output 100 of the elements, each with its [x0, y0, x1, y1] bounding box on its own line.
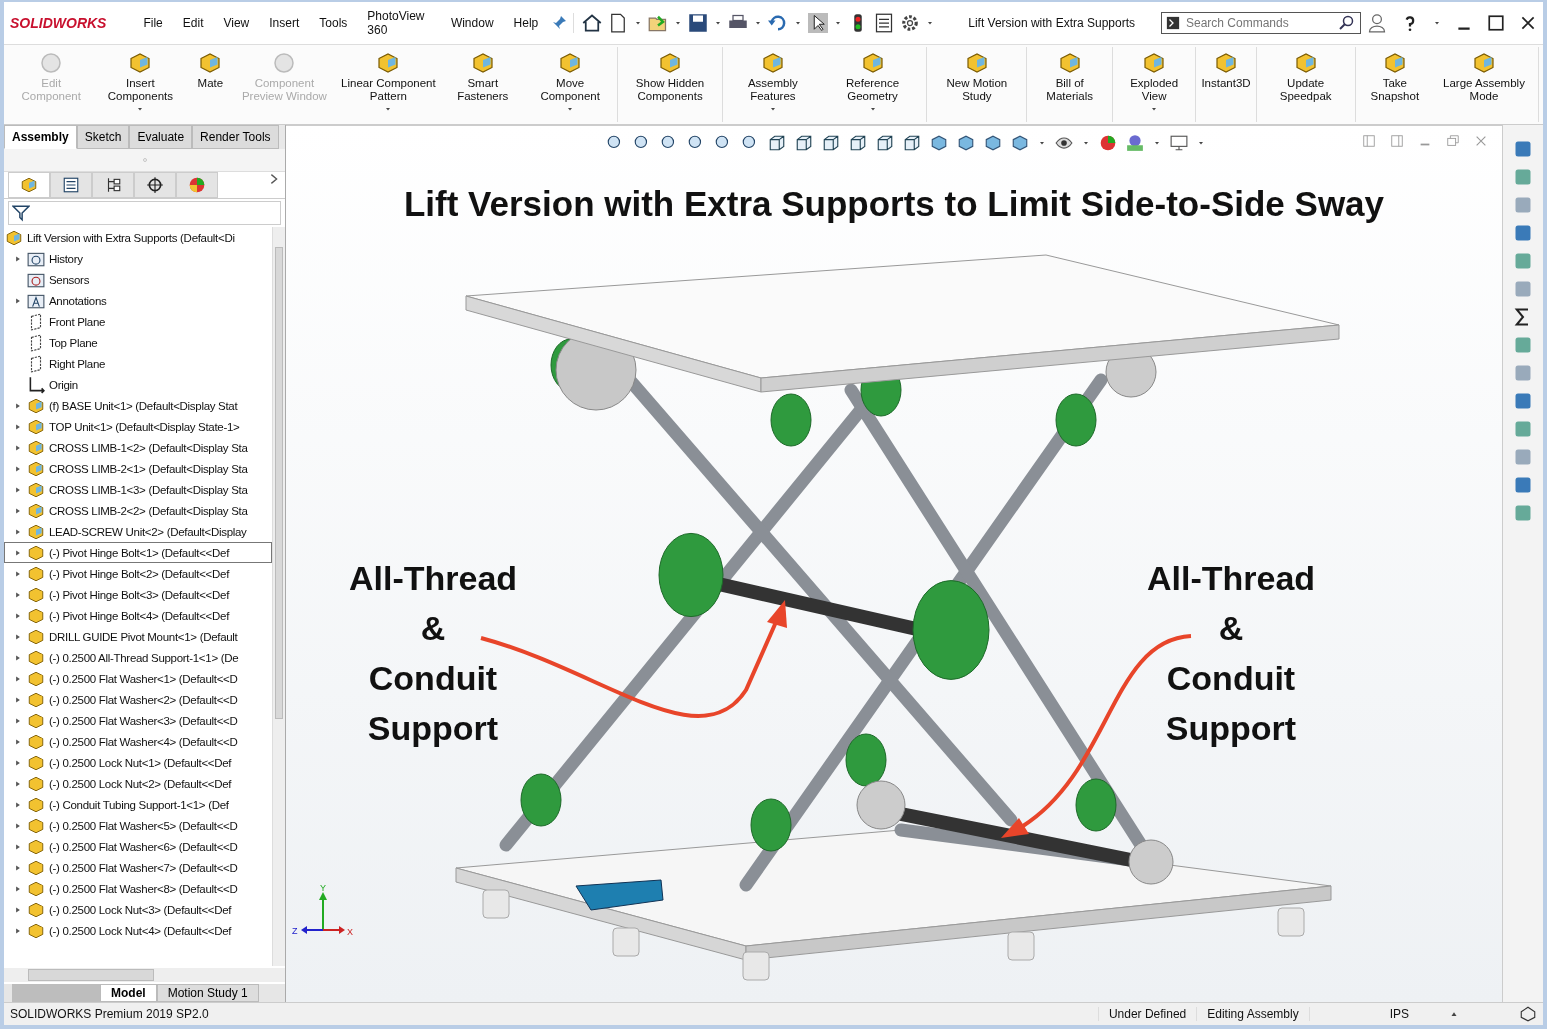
- menu-item[interactable]: View: [216, 13, 257, 33]
- tree-item[interactable]: History: [4, 248, 272, 269]
- menu-item[interactable]: File: [136, 13, 170, 33]
- search-icon[interactable]: [1339, 15, 1355, 31]
- tree-item[interactable]: (-) Pivot Hinge Bolt<2> (Default<<Def: [4, 563, 272, 584]
- tree-item[interactable]: (-) Pivot Hinge Bolt<3> (Default<<Def: [4, 584, 272, 605]
- menu-item[interactable]: PhotoView 360: [360, 6, 438, 40]
- wireframe-cube-icon[interactable]: [768, 134, 786, 152]
- caret-icon[interactable]: [136, 105, 145, 113]
- tree-item[interactable]: CROSS LIMB-2<2> (Default<Display Sta: [4, 500, 272, 521]
- caret-icon[interactable]: [794, 19, 803, 27]
- caret-icon[interactable]: [768, 105, 777, 113]
- appearance-icon[interactable]: [1099, 134, 1117, 152]
- tree-item[interactable]: LEAD-SCREW Unit<2> (Default<Display: [4, 521, 272, 542]
- tree-item[interactable]: DRILL GUIDE Pivot Mount<1> (Default: [4, 626, 272, 647]
- caret-icon[interactable]: [1197, 139, 1205, 147]
- command-tab[interactable]: Render Tools: [192, 125, 279, 149]
- options-list-icon[interactable]: [874, 13, 895, 33]
- caret-icon[interactable]: [926, 19, 935, 27]
- caret-icon[interactable]: [634, 19, 643, 27]
- caret-icon[interactable]: [1038, 139, 1046, 147]
- monitor-icon[interactable]: [1170, 134, 1188, 152]
- tree-item[interactable]: (-) 0.2500 Flat Washer<8> (Default<<D: [4, 878, 272, 899]
- tree-item[interactable]: (-) 0.2500 Flat Washer<7> (Default<<D: [4, 857, 272, 878]
- tile-left-icon[interactable]: [1362, 134, 1376, 148]
- ribbon-button[interactable]: Take Snapshot: [1357, 47, 1432, 122]
- tree-item[interactable]: (-) Pivot Hinge Bolt<1> (Default<<Def: [4, 542, 272, 563]
- command-tab[interactable]: Assembly: [4, 125, 77, 149]
- tree-item[interactable]: (-) 0.2500 Lock Nut<3> (Default<<Def: [4, 899, 272, 920]
- tree-item[interactable]: (-) Conduit Tubing Support-1<1> (Def: [4, 794, 272, 815]
- menu-item[interactable]: Help: [506, 13, 546, 33]
- panel-tab[interactable]: [92, 172, 134, 198]
- tree-item[interactable]: Right Plane: [4, 353, 272, 374]
- caret-icon[interactable]: [754, 19, 763, 27]
- ribbon-button[interactable]: Large Assembly Mode: [1432, 47, 1536, 122]
- wireframe-cube-icon[interactable]: [822, 134, 840, 152]
- tree-item[interactable]: Top Plane: [4, 332, 272, 353]
- ribbon-button[interactable]: Assembly Features: [724, 47, 821, 122]
- maximize-icon[interactable]: [1487, 14, 1505, 32]
- bottom-tab[interactable]: Model: [100, 984, 157, 1002]
- tree-item[interactable]: Sensors: [4, 269, 272, 290]
- tree-item[interactable]: (-) 0.2500 Flat Washer<3> (Default<<D: [4, 710, 272, 731]
- caret-icon[interactable]: [868, 105, 877, 113]
- menu-item[interactable]: Edit: [175, 13, 211, 33]
- ribbon-button[interactable]: Linear Component Pattern: [336, 47, 441, 122]
- ribbon-button[interactable]: Instant3D: [1198, 47, 1254, 122]
- open-folder-icon[interactable]: [648, 13, 669, 33]
- bottom-tab[interactable]: Motion Study 1: [156, 984, 259, 1002]
- ribbon-button[interactable]: Mate: [188, 47, 233, 122]
- shaded-cube-icon[interactable]: [984, 134, 1002, 152]
- ribbon-button[interactable]: Show Hidden Components: [620, 47, 720, 122]
- command-tab[interactable]: Sketch: [76, 125, 130, 149]
- tree-item[interactable]: Annotations: [4, 290, 272, 311]
- tree-item[interactable]: (-) 0.2500 Flat Washer<1> (Default<<D: [4, 668, 272, 689]
- ribbon-button[interactable]: Insert Components: [92, 47, 189, 122]
- settings-icon[interactable]: [900, 13, 921, 33]
- home-icon[interactable]: [582, 13, 603, 33]
- caret-icon[interactable]: [674, 19, 683, 27]
- eye-icon[interactable]: [1055, 134, 1073, 152]
- caret-icon[interactable]: [1153, 139, 1161, 147]
- tree-item[interactable]: TOP Unit<1> (Default<Display State-1>: [4, 416, 272, 437]
- command-tab[interactable]: Evaluate: [129, 125, 193, 149]
- caret-icon[interactable]: [1082, 139, 1090, 147]
- tree-item[interactable]: (-) 0.2500 Lock Nut<2> (Default<<Def: [4, 773, 272, 794]
- panel-tab[interactable]: [50, 172, 92, 198]
- gripper-icon[interactable]: [140, 156, 149, 164]
- ribbon-button[interactable]: Move Component: [525, 47, 616, 122]
- tree-root[interactable]: Lift Version with Extra Supports (Default<Di: [4, 227, 272, 248]
- caret-icon[interactable]: [714, 19, 723, 27]
- ribbon-button[interactable]: Bill of Materials: [1029, 47, 1110, 122]
- scene-icon[interactable]: [1126, 134, 1144, 152]
- scrollbar[interactable]: [4, 968, 285, 982]
- tree-item[interactable]: Origin: [4, 374, 272, 395]
- search-field[interactable]: Search Commands: [1161, 12, 1361, 34]
- ribbon-button[interactable]: Reference Geometry: [820, 47, 925, 122]
- menu-item[interactable]: Insert: [262, 13, 307, 33]
- caret-icon[interactable]: [1433, 19, 1441, 27]
- caret-icon[interactable]: [834, 19, 843, 27]
- panel-tab[interactable]: [134, 172, 176, 198]
- ribbon-button[interactable]: Smart Fasteners: [440, 47, 526, 122]
- tree-item[interactable]: (-) 0.2500 Flat Washer<6> (Default<<D: [4, 836, 272, 857]
- ribbon-button[interactable]: Update Speedpak: [1258, 47, 1353, 122]
- scrollbar[interactable]: [272, 227, 285, 966]
- wireframe-cube-icon[interactable]: [795, 134, 813, 152]
- shaded-cube-icon[interactable]: [1011, 134, 1029, 152]
- tree-item[interactable]: (-) 0.2500 Lock Nut<1> (Default<<Def: [4, 752, 272, 773]
- menu-item[interactable]: Window: [443, 13, 501, 33]
- wireframe-cube-icon[interactable]: [903, 134, 921, 152]
- menu-item[interactable]: Tools: [312, 13, 355, 33]
- user-icon[interactable]: [1367, 13, 1387, 33]
- tile-right-icon[interactable]: [1390, 134, 1404, 148]
- tree-item[interactable]: (f) BASE Unit<1> (Default<Display Stat: [4, 395, 272, 416]
- shaded-cube-icon[interactable]: [957, 134, 975, 152]
- ribbon-button[interactable]: Exploded View: [1114, 47, 1194, 122]
- ribbon-button[interactable]: New Motion Study: [929, 47, 1025, 122]
- tree-item[interactable]: (-) 0.2500 All-Thread Support-1<1> (De: [4, 647, 272, 668]
- tree-item[interactable]: (-) 0.2500 Flat Washer<4> (Default<<D: [4, 731, 272, 752]
- wireframe-cube-icon[interactable]: [876, 134, 894, 152]
- units-selector[interactable]: IPS: [1308, 1007, 1449, 1021]
- tree-item[interactable]: Front Plane: [4, 311, 272, 332]
